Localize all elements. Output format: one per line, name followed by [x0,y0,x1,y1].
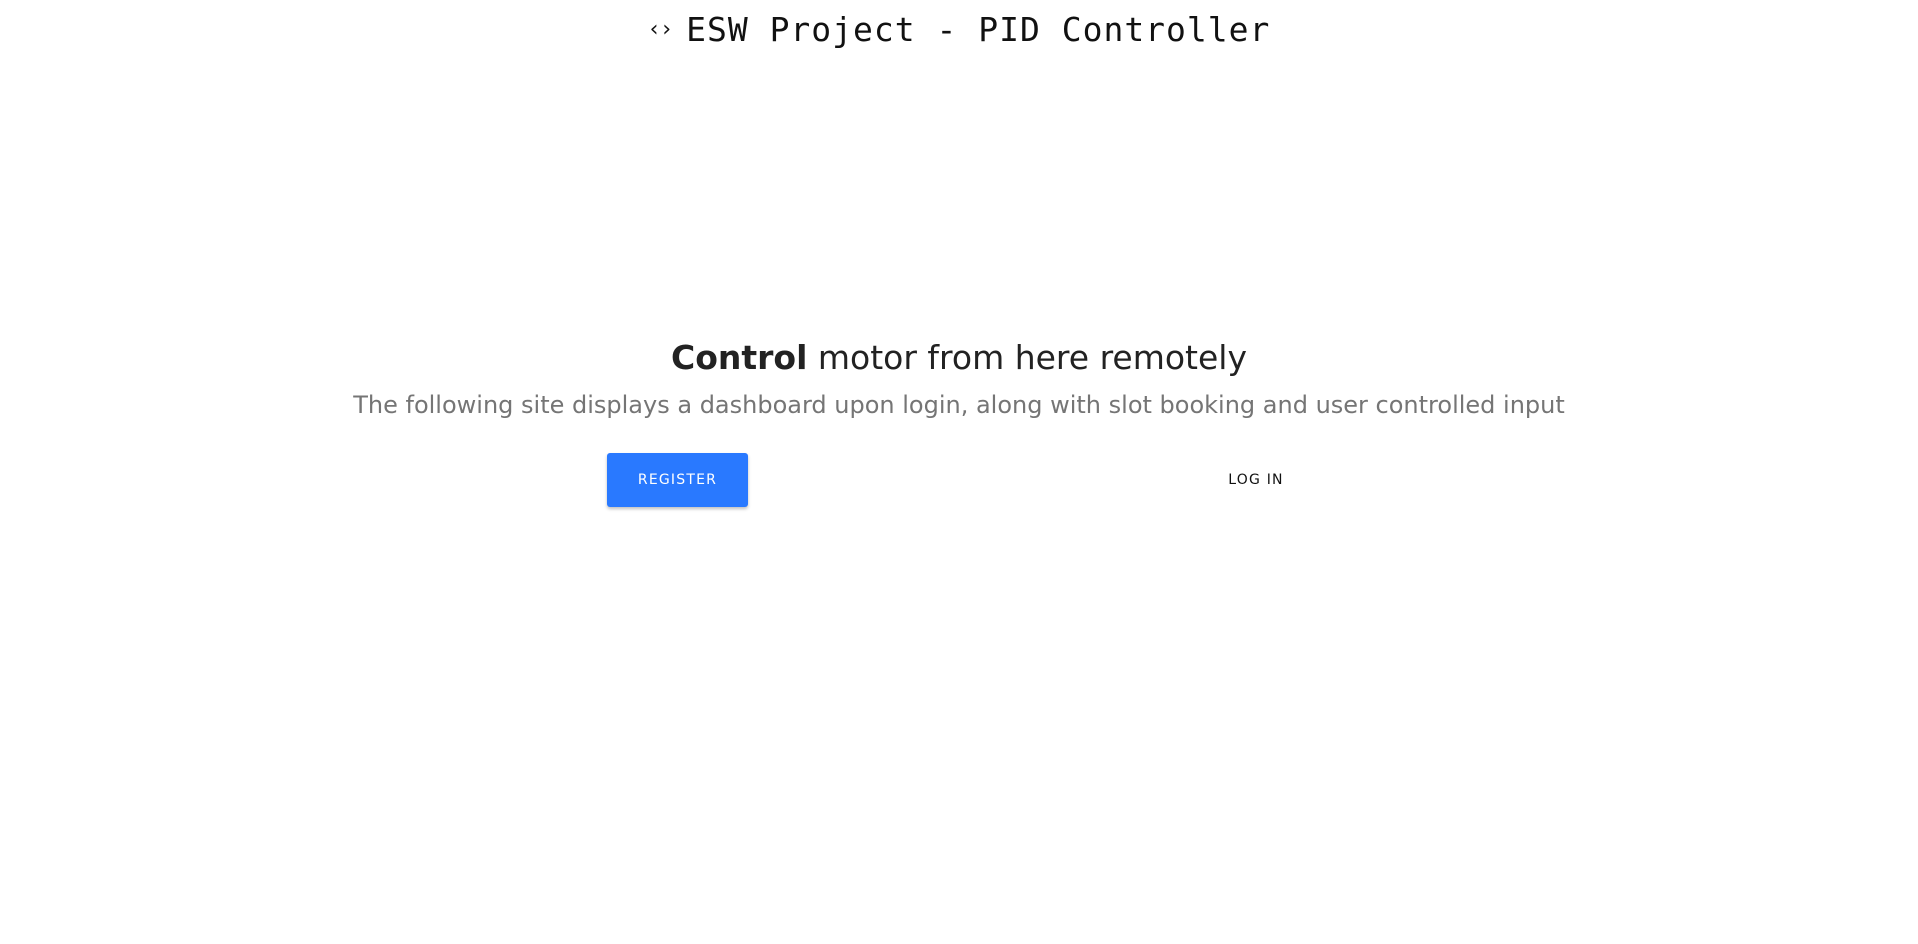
register-button[interactable]: REGISTER [607,453,748,507]
login-button[interactable]: LOG IN [1206,453,1306,507]
app-title: ESW Project - PID Controller [686,10,1271,49]
hero-heading-rest: motor from here remotely [807,338,1247,377]
app-header: ‹› ESW Project - PID Controller [0,8,1918,52]
auth-actions: REGISTER LOG IN [0,453,1918,507]
hero-heading: Control motor from here remotely [0,334,1918,382]
hero-subtitle: The following site displays a dashboard … [353,391,1565,419]
hero-section: Control motor from here remotely The fol… [0,334,1918,422]
hero-heading-strong: Control [671,338,808,377]
code-icon: ‹› [647,17,673,42]
